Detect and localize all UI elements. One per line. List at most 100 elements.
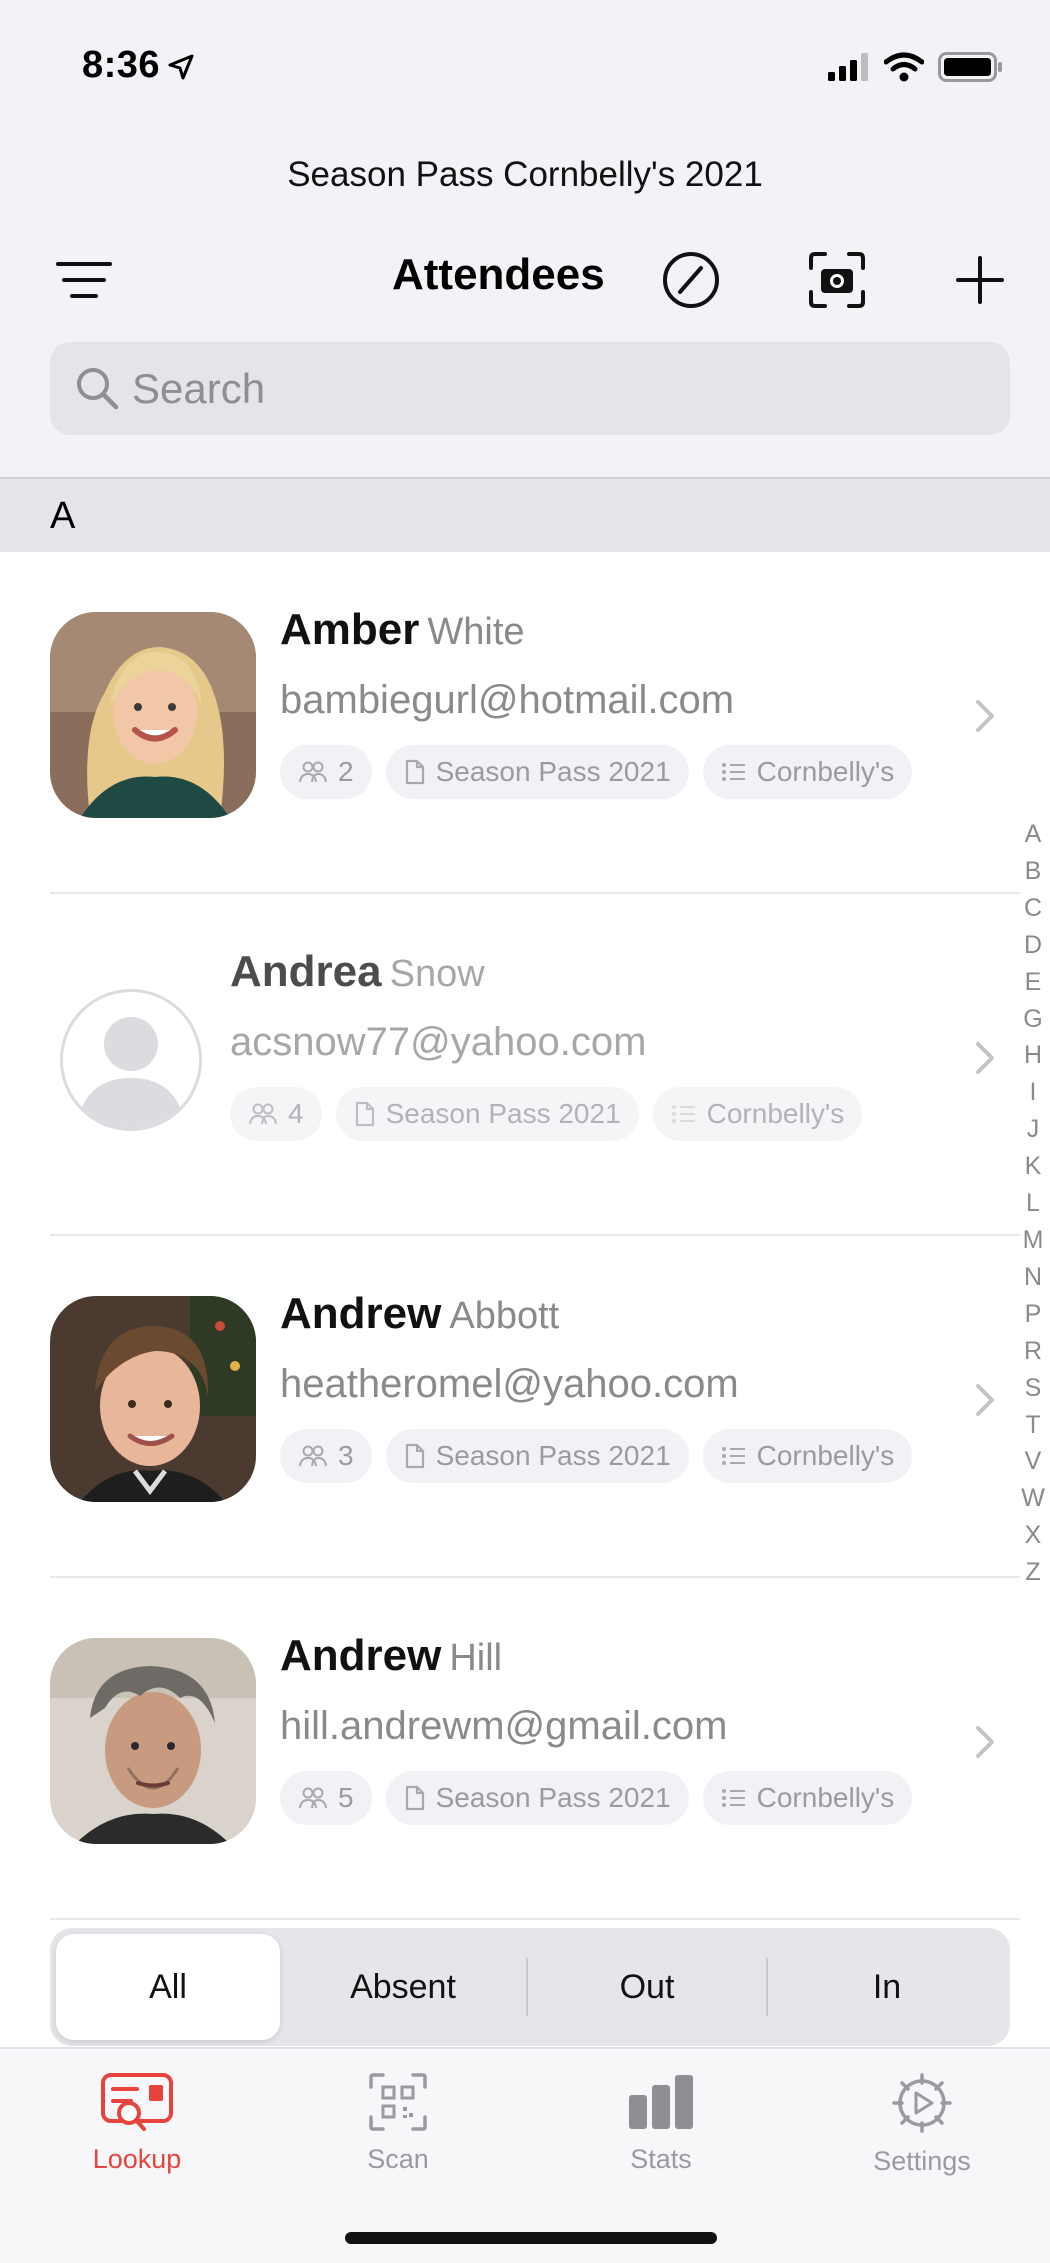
people-icon <box>299 1787 327 1809</box>
document-icon <box>405 759 424 785</box>
page-title: Attendees <box>392 250 605 299</box>
wifi-icon <box>884 52 924 82</box>
attendee-email: acsnow77@yahoo.com <box>230 1020 647 1064</box>
camera-scan-button[interactable] <box>806 249 868 311</box>
attendee-email: bambiegurl@hotmail.com <box>280 678 735 722</box>
status-bar: 8:36 <box>0 0 1050 135</box>
attendee-email: heatheromel@yahoo.com <box>280 1362 739 1406</box>
index-letter[interactable]: H <box>1018 1037 1048 1074</box>
last-name: White <box>427 611 525 653</box>
group-count-badge: 2 <box>280 745 372 799</box>
first-name: Amber <box>280 605 420 654</box>
index-letter[interactable]: N <box>1018 1259 1048 1296</box>
index-letter[interactable]: C <box>1018 890 1048 927</box>
tab-lookup[interactable]: Lookup <box>37 2071 237 2175</box>
list-icon <box>721 1447 745 1465</box>
chevron-right-icon <box>976 1726 994 1758</box>
pass-badge: Season Pass 2021 <box>385 745 689 799</box>
attendee-name: Andrew Hill <box>280 1628 912 1686</box>
attendee-name: Amber White <box>280 602 912 660</box>
list-name: Cornbelly's <box>706 1098 845 1129</box>
clock-text: 8:36 <box>82 44 161 86</box>
row-divider <box>50 1918 1020 1920</box>
filter-menu-button[interactable] <box>52 256 116 304</box>
index-letter[interactable]: P <box>1018 1296 1048 1333</box>
people-icon <box>299 1445 327 1467</box>
index-letter[interactable]: Z <box>1018 1554 1048 1591</box>
group-count: 2 <box>338 756 354 787</box>
filter-lines-icon <box>56 262 112 298</box>
index-letter[interactable]: M <box>1018 1222 1048 1259</box>
pass-name: Season Pass 2021 <box>435 1440 671 1471</box>
first-name: Andrea <box>230 947 382 996</box>
tab-stats-label: Stats <box>630 2144 692 2174</box>
avatar <box>50 612 256 818</box>
index-letter[interactable]: J <box>1018 1111 1048 1148</box>
index-letter[interactable]: G <box>1018 1001 1048 1038</box>
index-letter[interactable]: A <box>1018 816 1048 853</box>
index-letter[interactable]: X <box>1018 1517 1048 1554</box>
index-letter[interactable]: R <box>1018 1333 1048 1370</box>
pass-name: Season Pass 2021 <box>435 756 671 787</box>
status-icons <box>828 52 1004 82</box>
filter-in[interactable]: In <box>770 1934 1004 2040</box>
edit-button[interactable] <box>660 249 722 311</box>
index-letter[interactable]: D <box>1018 927 1048 964</box>
filter-all[interactable]: All <box>56 1934 280 2040</box>
group-count: 4 <box>288 1098 304 1129</box>
attendee-info: Amber White bambiegurl@hotmail.com 2 Seas… <box>280 602 913 799</box>
attendee-photo <box>50 1296 256 1502</box>
index-letter[interactable]: T <box>1018 1407 1048 1444</box>
tab-scan[interactable]: Scan <box>298 2071 498 2175</box>
attendee-email: hill.andrewm@gmail.com <box>280 1704 728 1748</box>
home-indicator <box>345 2232 717 2244</box>
index-letter[interactable]: W <box>1018 1480 1048 1517</box>
plus-icon <box>956 256 1004 304</box>
people-icon <box>249 1103 277 1125</box>
tab-settings[interactable]: Settings <box>822 2071 1022 2177</box>
index-letter[interactable]: L <box>1018 1185 1048 1222</box>
index-letter[interactable]: B <box>1018 853 1048 890</box>
document-icon <box>355 1101 374 1127</box>
index-letter[interactable]: K <box>1018 1148 1048 1185</box>
filter-out[interactable]: Out <box>530 1934 764 2040</box>
group-count: 3 <box>338 1440 354 1471</box>
index-letter[interactable]: V <box>1018 1443 1048 1480</box>
attendee-row[interactable]: Andrew Hill hill.andrewm@gmail.com 5 Seas… <box>0 1578 1020 1920</box>
list-name: Cornbelly's <box>756 756 895 787</box>
attendee-photo <box>50 1638 256 1844</box>
tab-scan-label: Scan <box>367 2144 429 2174</box>
document-icon <box>405 1443 424 1469</box>
avatar <box>50 1638 256 1844</box>
last-name: Snow <box>389 953 485 995</box>
status-filter: All Absent Out In <box>50 1928 1010 2046</box>
filter-absent[interactable]: Absent <box>286 1934 520 2040</box>
attendee-info: Andrew Abbott heatheromel@yahoo.com 3 Sea… <box>280 1286 913 1483</box>
circle-slash-icon <box>663 252 719 308</box>
tab-stats[interactable]: Stats <box>561 2071 761 2175</box>
index-letter[interactable]: E <box>1018 964 1048 1001</box>
search-input[interactable] <box>130 360 994 418</box>
alphabet-index[interactable]: A B C D E G H I J K L M N P R S T V W X … <box>1018 816 1048 1591</box>
list-badge: Cornbelly's <box>702 745 913 799</box>
list-icon <box>721 1789 745 1807</box>
index-letter[interactable]: I <box>1018 1074 1048 1111</box>
attendee-name: Andrea Snow <box>230 944 862 1002</box>
tab-bar: Lookup Scan Stats Settings <box>0 2047 1050 2263</box>
attendee-tags: 3 Season Pass 2021 Cornbelly's <box>280 1429 913 1483</box>
add-attendee-button[interactable] <box>950 250 1010 310</box>
index-letter[interactable]: S <box>1018 1370 1048 1407</box>
tab-lookup-label: Lookup <box>92 2144 182 2174</box>
attendee-row[interactable]: Andrea Snow acsnow77@yahoo.com 4 Season P… <box>0 894 1020 1236</box>
attendee-row[interactable]: Amber White bambiegurl@hotmail.com 2 Seas… <box>0 552 1020 894</box>
group-count-badge: 5 <box>280 1771 372 1825</box>
attendee-info: Andrew Hill hill.andrewm@gmail.com 5 Seas… <box>280 1628 913 1825</box>
section-header: A <box>0 477 1050 552</box>
list-name: Cornbelly's <box>756 1440 895 1471</box>
search-bar[interactable] <box>50 342 1010 435</box>
attendee-row[interactable]: Andrew Abbott heatheromel@yahoo.com 3 Sea… <box>0 1236 1020 1578</box>
chevron-right-icon <box>976 1384 994 1416</box>
pass-badge: Season Pass 2021 <box>385 1771 689 1825</box>
tab-settings-label: Settings <box>873 2146 971 2176</box>
clock: 8:36 <box>82 44 194 87</box>
